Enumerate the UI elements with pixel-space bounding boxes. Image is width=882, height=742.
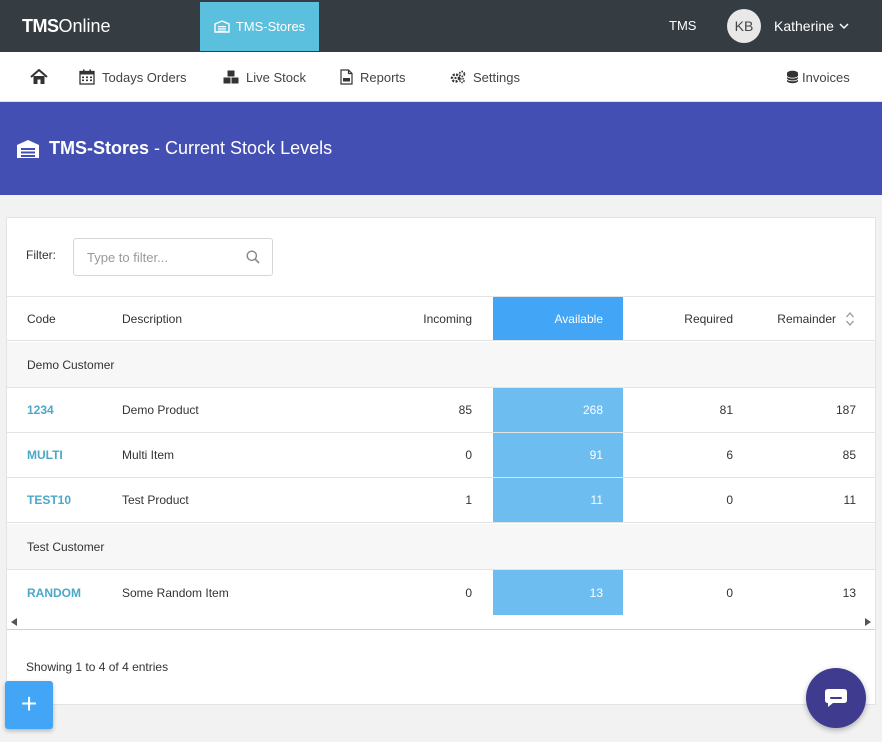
nav-invoices[interactable]: Invoices (786, 52, 850, 102)
filter-label: Filter: (26, 248, 56, 262)
nav-reports[interactable]: Reports (340, 52, 406, 102)
avatar[interactable]: KB (727, 9, 761, 43)
nav-todays-orders[interactable]: Todays Orders (79, 52, 187, 102)
remainder-value: 13 (842, 585, 856, 600)
warehouse-icon (214, 20, 230, 33)
entries-info: Showing 1 to 4 of 4 entries (26, 660, 169, 674)
chat-icon (825, 689, 847, 707)
table-row: RANDOM Some Random Item 0 13 0 13 (7, 570, 875, 615)
group-row: Demo Customer (7, 342, 875, 388)
warehouse-icon (17, 139, 39, 158)
nav-settings[interactable]: Settings (450, 52, 520, 102)
incoming-value: 0 (465, 585, 472, 600)
available-value: 11 (493, 478, 623, 522)
incoming-value: 1 (465, 493, 472, 507)
remainder-value: 11 (843, 493, 856, 507)
chat-button[interactable] (806, 668, 866, 728)
filter-box (73, 238, 273, 276)
top-bar: TMSOnline TMS-Stores TMS KB Katherine (0, 0, 882, 52)
incoming-value: 85 (458, 403, 472, 417)
column-header-available[interactable]: Available (493, 297, 623, 340)
table-header: Code Description Incoming Available Requ… (7, 296, 875, 341)
group-name: Demo Customer (27, 357, 115, 372)
product-description: Multi Item (122, 448, 175, 462)
table-row: 1234 Demo Product 85 268 81 187 (7, 388, 875, 433)
available-value: 268 (493, 388, 623, 432)
brand-logo[interactable]: TMSOnline (22, 0, 111, 52)
tms-link[interactable]: TMS (669, 0, 696, 52)
column-header-description[interactable]: Description (122, 297, 182, 340)
available-value: 13 (493, 570, 623, 615)
group-row: Test Customer (7, 524, 875, 570)
product-description: Some Random Item (122, 585, 229, 600)
chevron-down-icon[interactable] (838, 20, 850, 32)
stock-table-card: Filter: Code Description Incoming Availa… (6, 217, 876, 705)
page-banner: TMS-Stores - Current Stock Levels (0, 102, 882, 195)
product-code-link[interactable]: 1234 (27, 388, 54, 432)
page-title: TMS-Stores - Current Stock Levels (16, 102, 332, 195)
coins-icon (786, 70, 799, 84)
sort-icon[interactable] (845, 311, 855, 327)
nav-home[interactable] (30, 52, 48, 102)
nav-live-stock[interactable]: Live Stock (223, 52, 306, 102)
remainder-value: 187 (835, 403, 856, 417)
required-value: 81 (719, 403, 733, 417)
product-description: Test Product (122, 493, 189, 507)
horizontal-scrollbar[interactable] (7, 614, 875, 630)
table-row: TEST10 Test Product 1 11 0 11 (7, 478, 875, 523)
home-icon (30, 69, 48, 84)
product-code-link[interactable]: TEST10 (27, 478, 71, 522)
pdf-file-icon (340, 69, 353, 85)
filter-input[interactable] (87, 239, 247, 275)
required-value: 0 (726, 493, 733, 507)
remainder-value: 85 (842, 448, 856, 462)
available-value: 91 (493, 433, 623, 477)
required-value: 0 (726, 585, 733, 600)
column-header-remainder[interactable]: Remainder (753, 297, 836, 340)
nav-bar: Todays Orders Live Stock Reports Setting… (0, 52, 882, 102)
scroll-left-arrow-icon[interactable] (11, 618, 17, 626)
gears-icon (450, 70, 466, 84)
column-header-incoming[interactable]: Incoming (367, 297, 472, 340)
column-header-code[interactable]: Code (27, 297, 56, 340)
product-code-link[interactable]: MULTI (27, 433, 63, 477)
column-header-required[interactable]: Required (623, 297, 733, 340)
incoming-value: 0 (465, 448, 472, 462)
scroll-right-arrow-icon[interactable] (865, 618, 871, 626)
required-value: 6 (726, 448, 733, 462)
search-icon[interactable] (246, 250, 260, 264)
boxes-icon (223, 70, 239, 84)
table-row: MULTI Multi Item 0 91 6 85 (7, 433, 875, 478)
calendar-icon (79, 69, 95, 85)
group-name: Test Customer (27, 539, 105, 554)
add-button[interactable]: + (5, 681, 53, 729)
product-code-link[interactable]: RANDOM (27, 570, 81, 615)
username[interactable]: Katherine (774, 0, 834, 52)
product-description: Demo Product (122, 403, 199, 417)
app-tab-tms-stores[interactable]: TMS-Stores (200, 2, 319, 51)
